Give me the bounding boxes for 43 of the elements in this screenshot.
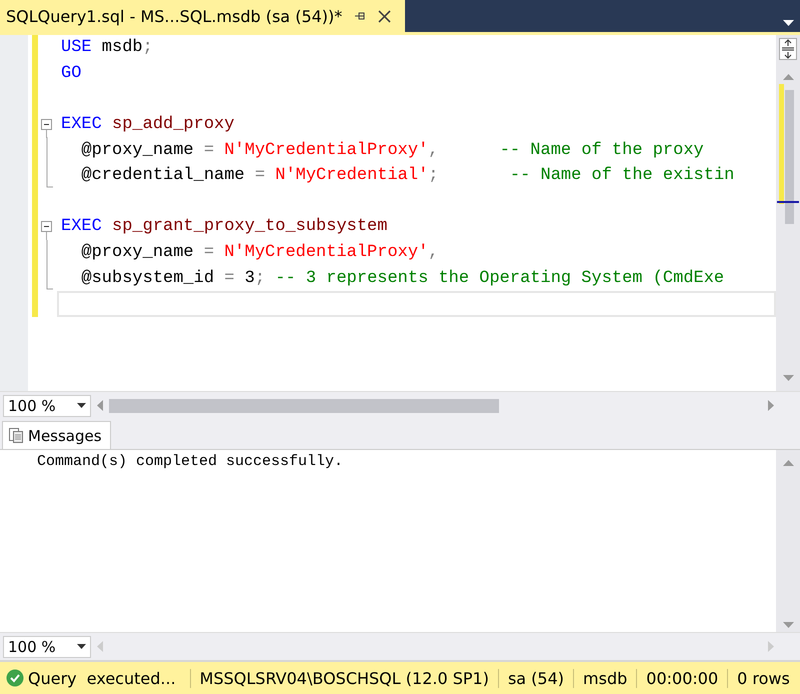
scroll-up-icon[interactable] [782,74,794,80]
code-line: @proxy_name = N'MyCredentialProxy', [80,242,440,264]
horizontal-scroll-thumb[interactable] [109,398,499,412]
status-message: Query executed... [27,668,177,688]
scroll-up-icon[interactable] [782,460,794,466]
status-item: 00:00:00 [636,668,728,688]
dropdown-caret-icon[interactable] [77,403,86,408]
code-line: @proxy_name = N'MyCredentialProxy', -- Name of the proxy [80,140,705,162]
fold-end-line [46,265,54,292]
code-line: @subsystem_id = 3; -- 3 represents the Operating System (CmdExe [80,268,726,290]
zoom-dropdown[interactable]: 100 % [3,394,91,416]
code-line: EXEC sp_add_proxy [60,114,236,136]
vertical-scrollbar[interactable] [776,450,800,632]
messages-tab[interactable]: Messages [2,421,111,449]
fold-line [46,240,48,266]
fold-line [46,137,48,164]
scroll-right-icon[interactable] [768,400,774,411]
message-text: Command(s) completed successfully. [37,453,344,470]
code-line: EXEC sp_grant_proxy_to_subsystem [60,216,388,238]
scroll-down-icon[interactable] [782,622,794,628]
code-line: GO [60,62,82,85]
scroll-left-icon[interactable] [97,400,103,411]
document-icon [9,428,23,443]
split-icon[interactable] [779,38,797,60]
dropdown-caret-icon[interactable] [77,644,86,649]
vertical-scrollbar[interactable] [776,35,800,391]
scroll-right-icon[interactable] [768,641,774,652]
status-item: 0 rows [727,668,799,688]
status-item: sa (54) [498,668,574,688]
zoom-dropdown[interactable]: 100 % [3,636,91,658]
dropdown-caret-icon[interactable] [783,20,794,26]
code-line: @credential_name = N'MyCredential'; -- Name of the existin [80,165,736,188]
scroll-down-icon[interactable] [782,375,794,381]
close-icon[interactable] [378,10,392,22]
status-item: msdb [573,668,636,688]
scroll-left-icon[interactable] [97,641,103,652]
pin-icon[interactable] [354,10,366,22]
fold-end-line [46,162,54,189]
success-check-icon [6,669,24,687]
document-tab[interactable]: SQLQuery1.sql - MS...SQL.msdb (sa (54))* [0,0,406,32]
tab-title: SQLQuery1.sql - MS...SQL.msdb (sa (54))* [6,6,342,26]
status-item: MSSQLSRV04\BOSCHSQL (12.0 SP1) [190,668,498,688]
code-line: USE msdb; [60,37,154,60]
